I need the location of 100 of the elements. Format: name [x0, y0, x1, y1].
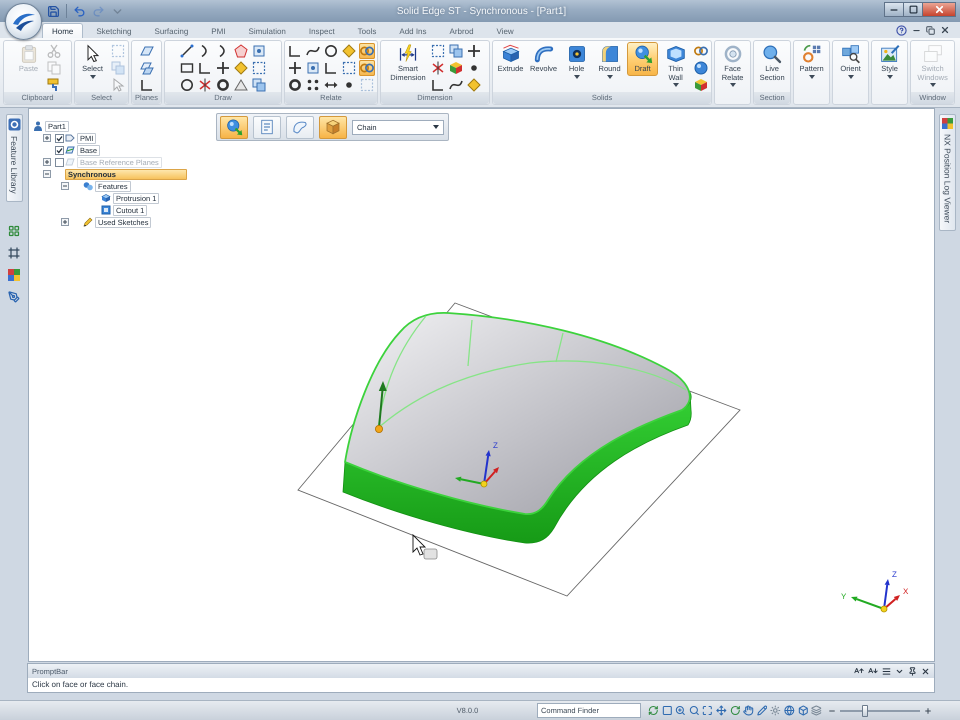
- diamond-icon[interactable]: [341, 43, 357, 59]
- pen-icon[interactable]: [8, 290, 20, 303]
- square-icon: [101, 205, 111, 215]
- toggle-button[interactable]: [220, 116, 248, 138]
- magnifier-icon: [762, 44, 782, 64]
- plus-icon[interactable]: [924, 706, 932, 714]
- diamond-icon[interactable]: [233, 60, 249, 76]
- dots-icon[interactable]: [305, 77, 321, 93]
- font-larger-icon[interactable]: [854, 666, 864, 676]
- double-square-icon[interactable]: [448, 43, 464, 59]
- plus-icon[interactable]: [215, 60, 231, 76]
- dock-tab[interactable]: Feature Library: [6, 114, 22, 202]
- double-plane-icon[interactable]: [138, 60, 154, 76]
- ring-tile-icon: [8, 118, 20, 131]
- undo-icon[interactable]: [73, 4, 86, 18]
- zoom-in-icon[interactable]: [675, 705, 686, 716]
- angle-icon[interactable]: [287, 43, 303, 59]
- layers-icon[interactable]: [811, 705, 822, 716]
- cube-icon[interactable]: [448, 60, 464, 76]
- ribbon-tab[interactable]: Inspect: [298, 23, 345, 38]
- corners-icon[interactable]: [702, 705, 714, 716]
- ribbon-tab[interactable]: Surfacing: [144, 23, 198, 38]
- angle-icon[interactable]: [197, 60, 213, 76]
- grid-icon[interactable]: [8, 224, 20, 237]
- linked-rings-icon[interactable]: [359, 43, 375, 59]
- close-icon: [934, 4, 944, 15]
- sphere-arrow-icon: [632, 44, 653, 64]
- checkbox[interactable]: [54, 134, 64, 142]
- dashed-square-icon[interactable]: [251, 60, 267, 76]
- tag-icon: [65, 133, 75, 143]
- plus-icon[interactable]: [287, 60, 303, 76]
- maximize-button[interactable]: [903, 2, 923, 17]
- dock-tab[interactable]: NX Position Log Viewer: [939, 114, 956, 232]
- globe-icon[interactable]: [784, 705, 795, 716]
- close-icon[interactable]: [940, 25, 950, 35]
- squares-magnifier-icon: [840, 44, 861, 64]
- cube-icon[interactable]: [798, 705, 808, 716]
- square-icon[interactable]: [662, 705, 672, 716]
- minus-box-icon[interactable]: [61, 182, 69, 190]
- ribbon-tab[interactable]: PMI: [201, 23, 236, 38]
- ring-icon[interactable]: [215, 77, 231, 93]
- ribbon-tab[interactable]: View: [486, 23, 524, 38]
- line-icon[interactable]: [179, 43, 195, 59]
- plus-box-icon[interactable]: [61, 218, 69, 226]
- circle-icon[interactable]: [323, 43, 339, 59]
- plane-icon: [65, 145, 75, 155]
- checkbox[interactable]: [54, 146, 64, 154]
- frame-icon[interactable]: [8, 246, 20, 259]
- close-icon[interactable]: [921, 666, 930, 676]
- move-icon[interactable]: [716, 705, 727, 716]
- ribbon-tab[interactable]: Tools: [348, 23, 386, 38]
- origin-dot-icon: [480, 480, 488, 488]
- sphere-icon[interactable]: [693, 60, 710, 76]
- plus-icon[interactable]: [466, 43, 482, 59]
- angle-icon[interactable]: [138, 77, 154, 93]
- angle-icon[interactable]: [430, 77, 446, 93]
- rotate-icon[interactable]: [730, 705, 740, 716]
- cross-line-icon[interactable]: [197, 77, 213, 93]
- pencil-icon: [83, 217, 93, 227]
- circular-arrows-icon[interactable]: [648, 705, 659, 716]
- slider-thumb[interactable]: [862, 704, 868, 716]
- cross-line-icon[interactable]: [430, 60, 446, 76]
- pin-icon[interactable]: [908, 666, 917, 676]
- axis-label: X: [903, 587, 908, 596]
- polygon-icon[interactable]: [233, 43, 249, 59]
- ribbon-tab[interactable]: Simulation: [238, 23, 296, 38]
- draft-handle[interactable]: [375, 381, 387, 433]
- minus-box-icon[interactable]: [43, 170, 51, 178]
- angle-icon[interactable]: [323, 60, 339, 76]
- dashed-square-icon[interactable]: [341, 60, 357, 76]
- ribbon-tab[interactable]: Add Ins: [389, 23, 436, 38]
- minimize-button[interactable]: [884, 2, 904, 17]
- linked-rings-icon[interactable]: [359, 60, 375, 76]
- double-square-icon[interactable]: [251, 77, 267, 93]
- search-icon[interactable]: [688, 705, 700, 716]
- toggle-button[interactable]: [253, 116, 281, 138]
- ribbon-tab[interactable]: Arbrod: [440, 23, 484, 38]
- ribbon-tab[interactable]: Sketching: [86, 23, 142, 38]
- dashed-square-icon[interactable]: [430, 43, 446, 59]
- lines-icon[interactable]: [882, 666, 891, 676]
- ring-icon[interactable]: [287, 77, 303, 93]
- restore-icon[interactable]: [926, 26, 935, 34]
- ribbon-tab[interactable]: Home: [42, 23, 84, 38]
- checkbox[interactable]: [54, 158, 64, 166]
- close-button[interactable]: [922, 2, 956, 17]
- font-smaller-icon[interactable]: [868, 666, 878, 676]
- help-icon[interactable]: [896, 24, 907, 36]
- toggle-button[interactable]: [286, 116, 314, 138]
- save-icon[interactable]: [47, 4, 60, 18]
- cube-icon[interactable]: [693, 77, 710, 93]
- color-squares-icon[interactable]: [8, 268, 20, 281]
- pencil-icon[interactable]: [756, 705, 768, 716]
- triangle-icon[interactable]: [233, 77, 249, 93]
- hand-icon[interactable]: [743, 705, 754, 716]
- plus-box-icon[interactable]: [43, 134, 51, 142]
- plus-box-icon[interactable]: [43, 158, 51, 166]
- toggle-button[interactable]: [319, 116, 347, 138]
- caret-icon: [433, 125, 439, 129]
- sun-icon[interactable]: [770, 705, 782, 716]
- circle-icon[interactable]: [179, 77, 195, 93]
